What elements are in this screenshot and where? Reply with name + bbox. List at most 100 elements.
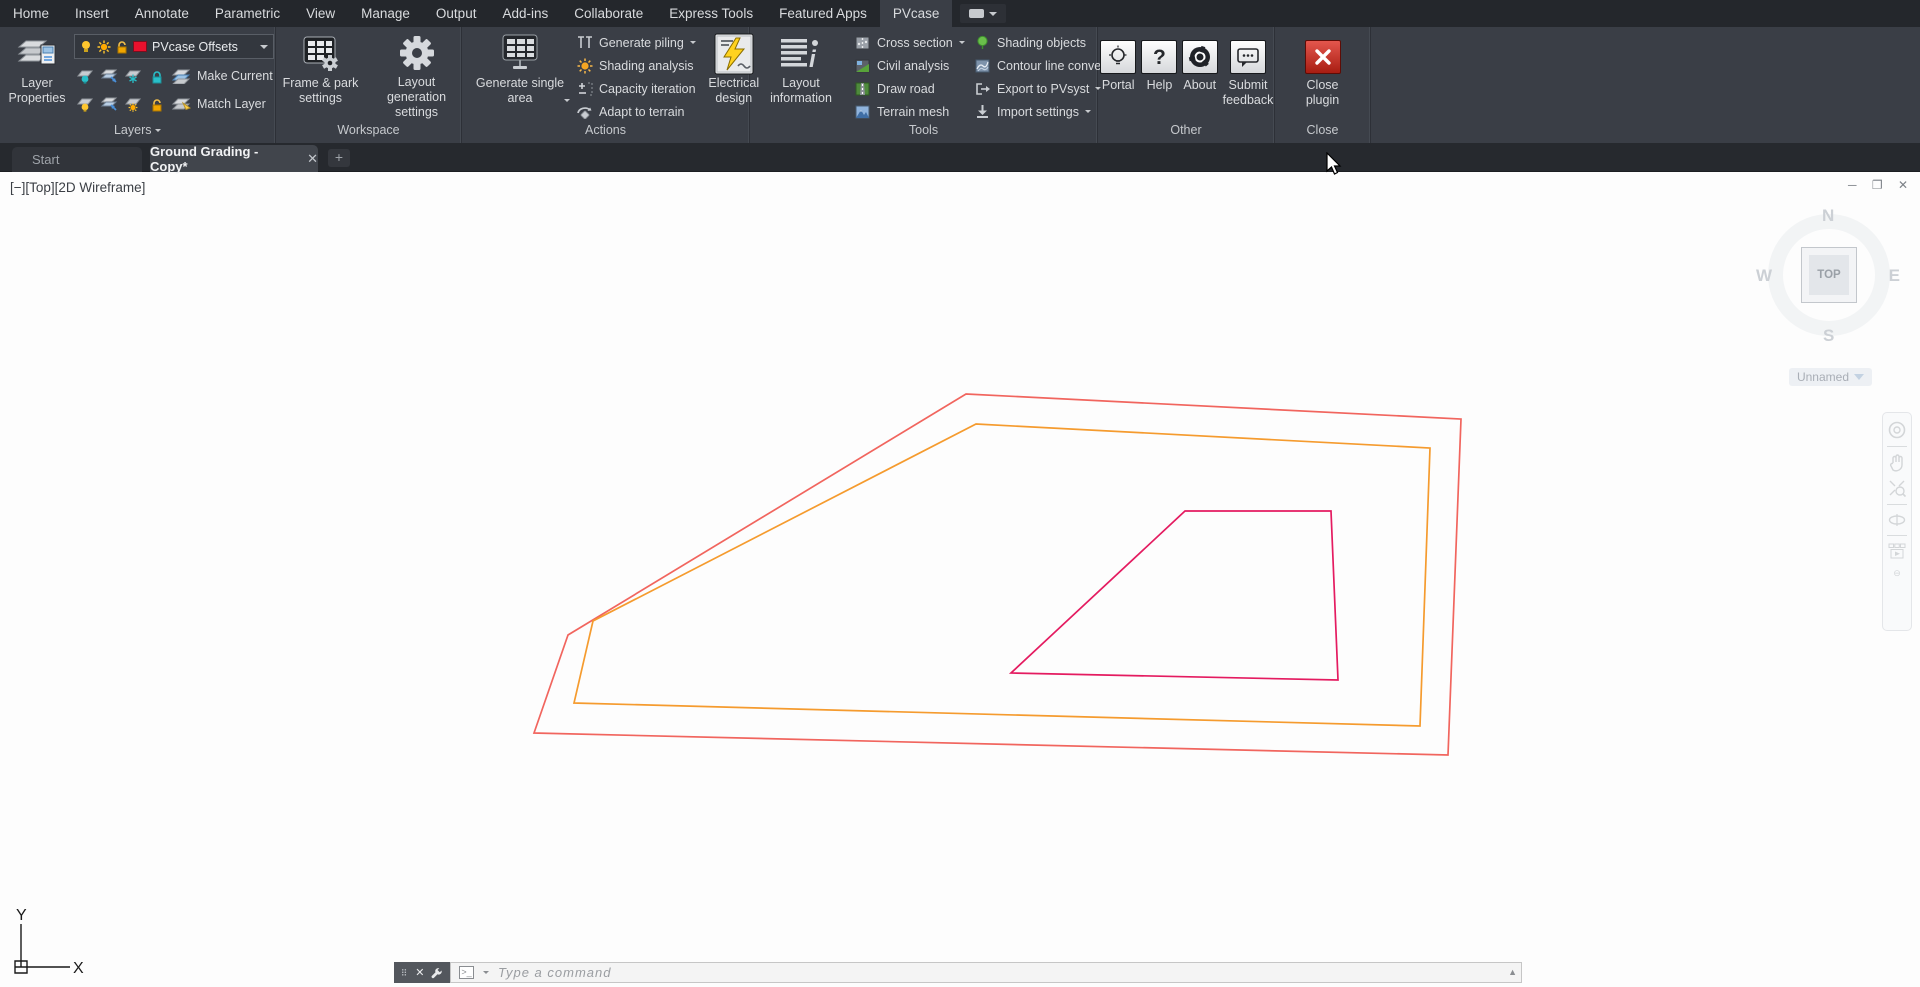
viewcube-west[interactable]: W <box>1756 266 1772 286</box>
file-tab-active-document[interactable]: Ground Grading - Copy* ✕ <box>150 145 318 172</box>
layer-on-icon[interactable] <box>74 95 95 113</box>
capacity-iteration-icon <box>576 81 593 97</box>
tab-parametric[interactable]: Parametric <box>202 0 293 27</box>
ribbon-display-toggle[interactable] <box>960 4 1006 23</box>
layer-selector-dropdown-icon[interactable] <box>260 45 268 49</box>
adapt-to-terrain-icon <box>576 104 593 120</box>
capacity-iteration-button[interactable]: Capacity iteration <box>576 77 696 100</box>
command-history-icon[interactable]: ▲ <box>1508 967 1517 977</box>
mouse-cursor <box>1326 152 1343 176</box>
view-name-dropdown[interactable]: Unnamed <box>1789 368 1872 386</box>
about-logo-icon <box>1182 40 1218 74</box>
tab-insert[interactable]: Insert <box>62 0 122 27</box>
file-tab-start[interactable]: Start <box>12 147 142 172</box>
tab-featured-apps[interactable]: Featured Apps <box>766 0 880 27</box>
command-line-grip[interactable]: ⠿ ✕ <box>394 962 450 983</box>
outer-boundary-polyline[interactable] <box>534 394 1461 755</box>
orbit-icon[interactable] <box>1888 512 1906 528</box>
ucs-y-label: Y <box>16 907 27 924</box>
tab-annotate[interactable]: Annotate <box>122 0 202 27</box>
offset-boundary-polyline[interactable] <box>574 424 1430 726</box>
navigation-wheel-icon[interactable] <box>1888 421 1906 439</box>
draw-road-button[interactable]: Draw road <box>854 77 960 100</box>
import-settings-dropdown-icon[interactable] <box>1085 110 1091 113</box>
layout-generation-settings-button[interactable]: Layout generation settings <box>371 27 463 120</box>
other-panel-label: Other <box>1098 120 1274 143</box>
tab-pvcase[interactable]: PVcase <box>880 0 953 27</box>
generate-single-area-dropdown-icon[interactable] <box>564 99 570 102</box>
view-name-caret-icon <box>1854 374 1864 380</box>
command-input[interactable]: >_ Type a command ▲ <box>450 962 1522 983</box>
viewcube-east[interactable]: E <box>1889 266 1900 286</box>
layer-unlock-button-icon[interactable] <box>146 95 167 113</box>
ribbon-tab-bar: Home Insert Annotate Parametric View Man… <box>0 0 1920 27</box>
tab-express-tools[interactable]: Express Tools <box>656 0 766 27</box>
navigation-bar[interactable]: ⊖ <box>1882 412 1912 631</box>
ribbon-empty-space <box>1371 27 1920 143</box>
shading-objects-icon <box>974 35 991 51</box>
layout-information-icon: i <box>779 32 823 76</box>
tab-home[interactable]: Home <box>0 0 62 27</box>
close-x-icon <box>1305 40 1341 74</box>
command-prompt-icon[interactable]: >_ <box>459 966 474 979</box>
viewcube[interactable]: N W E S TOP <box>1762 208 1896 342</box>
match-layer-button[interactable]: Match Layer <box>197 97 266 111</box>
shading-analysis-button[interactable]: Shading analysis <box>576 54 696 77</box>
layout-information-label: Layout information <box>762 76 840 106</box>
new-tab-button[interactable]: + <box>328 149 350 167</box>
tab-close-icon[interactable]: ✕ <box>307 151 318 167</box>
showmotion-icon[interactable] <box>1888 543 1906 559</box>
exclusion-area-polyline[interactable] <box>1011 511 1338 680</box>
close-plugin-label: Close plugin <box>1301 78 1345 108</box>
cross-section-dropdown-icon[interactable] <box>959 41 965 44</box>
question-mark-icon: ? <box>1141 40 1177 74</box>
tools-panel-label: Tools <box>750 120 1097 143</box>
layer-off-icon[interactable] <box>74 67 95 85</box>
drawing-canvas[interactable] <box>0 172 1920 987</box>
svg-text:i: i <box>809 46 817 73</box>
layer-isolate-icon[interactable] <box>98 67 119 85</box>
workspace-panel-label: Workspace <box>276 120 461 143</box>
tab-manage[interactable]: Manage <box>348 0 423 27</box>
tab-view[interactable]: View <box>293 0 348 27</box>
recent-commands-icon[interactable] <box>483 971 489 974</box>
layer-thaw-icon[interactable] <box>122 95 143 113</box>
tab-collaborate[interactable]: Collaborate <box>561 0 656 27</box>
layer-freeze-icon[interactable] <box>122 67 143 85</box>
customize-wrench-icon[interactable] <box>431 967 443 979</box>
civil-analysis-button[interactable]: Civil analysis <box>854 54 960 77</box>
layer-properties-icon <box>17 32 57 76</box>
layer-lock-icon[interactable] <box>146 67 167 85</box>
layer-selector[interactable]: PVcase Offsets <box>74 34 274 59</box>
layer-thaw-sun-icon <box>97 40 111 54</box>
electrical-design-icon <box>714 32 754 76</box>
close-command-line-icon[interactable]: ✕ <box>415 966 424 979</box>
generate-piling-button[interactable]: Generate piling <box>576 31 696 54</box>
make-current-button[interactable]: Make Current <box>197 69 273 83</box>
zoom-icon[interactable] <box>1888 479 1906 497</box>
layer-properties-button[interactable]: Layer Properties <box>6 27 68 120</box>
layout-information-button[interactable]: i Layout information <box>762 27 840 120</box>
tab-add-ins[interactable]: Add-ins <box>489 0 561 27</box>
navbar-collapse-icon[interactable]: ⊖ <box>1893 568 1901 579</box>
generate-piling-dropdown-icon[interactable] <box>690 41 696 44</box>
layer-unisolate-icon[interactable] <box>98 95 119 113</box>
make-current-icon <box>170 67 191 85</box>
viewcube-south[interactable]: S <box>1823 326 1834 346</box>
tab-output[interactable]: Output <box>423 0 490 27</box>
submit-feedback-label: Submit feedback <box>1219 78 1277 108</box>
viewcube-north[interactable]: N <box>1822 206 1834 226</box>
pan-hand-icon[interactable] <box>1889 454 1905 472</box>
drawing-viewport[interactable]: [−][Top][2D Wireframe] ─ ❐ ✕ N W E S TOP… <box>0 172 1920 987</box>
command-line-bar: ⠿ ✕ >_ Type a command ▲ <box>394 962 1522 983</box>
generate-single-area-button[interactable]: Generate single area <box>472 27 568 120</box>
viewcube-top-face[interactable]: TOP <box>1801 247 1857 303</box>
cross-section-button[interactable]: Cross section <box>854 31 960 54</box>
frame-park-settings-button[interactable]: Frame & park settings <box>275 27 367 120</box>
layers-panel-label[interactable]: Layers <box>0 120 275 143</box>
sun-icon <box>576 58 593 74</box>
drag-handle-icon[interactable]: ⠿ <box>401 971 409 975</box>
file-tab-bar: Start Ground Grading - Copy* ✕ + <box>0 143 1920 172</box>
layer-color-swatch[interactable] <box>133 41 147 52</box>
navbar-divider <box>1887 504 1907 505</box>
